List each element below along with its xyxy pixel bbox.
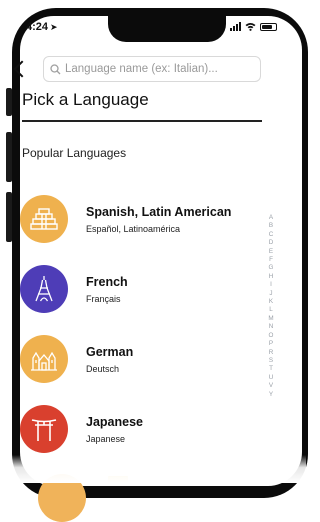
language-item-french[interactable]: French Français: [18, 265, 258, 321]
phone-notch: [108, 16, 226, 42]
castle-icon: [20, 335, 68, 383]
index-letter[interactable]: B: [269, 222, 273, 230]
index-letter[interactable]: T: [269, 365, 273, 373]
index-letter[interactable]: R: [269, 349, 274, 357]
section-title: Popular Languages: [22, 146, 127, 160]
index-letter[interactable]: E: [269, 248, 273, 256]
index-letter[interactable]: U: [269, 374, 274, 382]
language-native-name: Français: [86, 294, 121, 304]
status-time-text: 4:24: [26, 21, 49, 33]
location-arrow-icon: ➤: [50, 22, 58, 32]
wifi-icon: [245, 23, 256, 31]
index-letter[interactable]: D: [269, 239, 274, 247]
language-name: German: [86, 345, 134, 359]
language-item-japanese[interactable]: Japanese Japanese: [18, 405, 258, 461]
index-letter[interactable]: O: [269, 332, 274, 340]
phone-side-button: [6, 132, 12, 182]
language-native-name: Deutsch: [86, 364, 120, 374]
search-input[interactable]: [65, 63, 255, 75]
language-item-spanish[interactable]: Spanish, Latin American Español, Latinoa…: [18, 195, 258, 251]
index-letter[interactable]: I: [270, 281, 272, 289]
index-letter[interactable]: Y: [269, 391, 273, 399]
status-icons: [230, 22, 277, 31]
index-letter[interactable]: N: [269, 323, 274, 331]
title-divider: [22, 120, 262, 122]
index-letter[interactable]: P: [269, 340, 273, 348]
search-bar[interactable]: [43, 56, 261, 82]
index-letter[interactable]: F: [269, 256, 273, 264]
bottom-fade: [0, 455, 306, 483]
index-letter[interactable]: S: [269, 357, 273, 365]
page-title: Pick a Language: [22, 90, 149, 109]
language-native-name: Japanese: [86, 434, 126, 444]
pyramid-icon: [20, 195, 68, 243]
index-letter[interactable]: G: [269, 264, 274, 272]
battery-icon: [260, 23, 277, 31]
index-letter[interactable]: C: [269, 231, 274, 239]
index-letter[interactable]: K: [269, 298, 273, 306]
index-letter[interactable]: J: [269, 290, 272, 298]
search-icon: [50, 63, 61, 74]
language-name: French: [86, 275, 128, 289]
index-letter[interactable]: H: [269, 273, 274, 281]
signal-icon: [230, 22, 241, 31]
language-name: Spanish, Latin American: [86, 205, 232, 219]
index-letter[interactable]: M: [268, 315, 273, 323]
alphabet-index[interactable]: A B C D E F G H I J K L M N O P R S T U …: [266, 214, 276, 399]
status-time: 4:24 ➤: [26, 21, 58, 33]
index-letter[interactable]: L: [269, 306, 273, 314]
index-letter[interactable]: A: [269, 214, 273, 222]
torii-gate-icon: [20, 405, 68, 453]
index-letter[interactable]: V: [269, 382, 273, 390]
language-name: Japanese: [86, 415, 143, 429]
language-native-name: Español, Latinoamérica: [86, 224, 181, 234]
phone-side-button: [6, 88, 12, 116]
language-item-german[interactable]: German Deutsch: [18, 335, 258, 391]
eiffel-tower-icon: [20, 265, 68, 313]
phone-side-button: [6, 192, 12, 242]
